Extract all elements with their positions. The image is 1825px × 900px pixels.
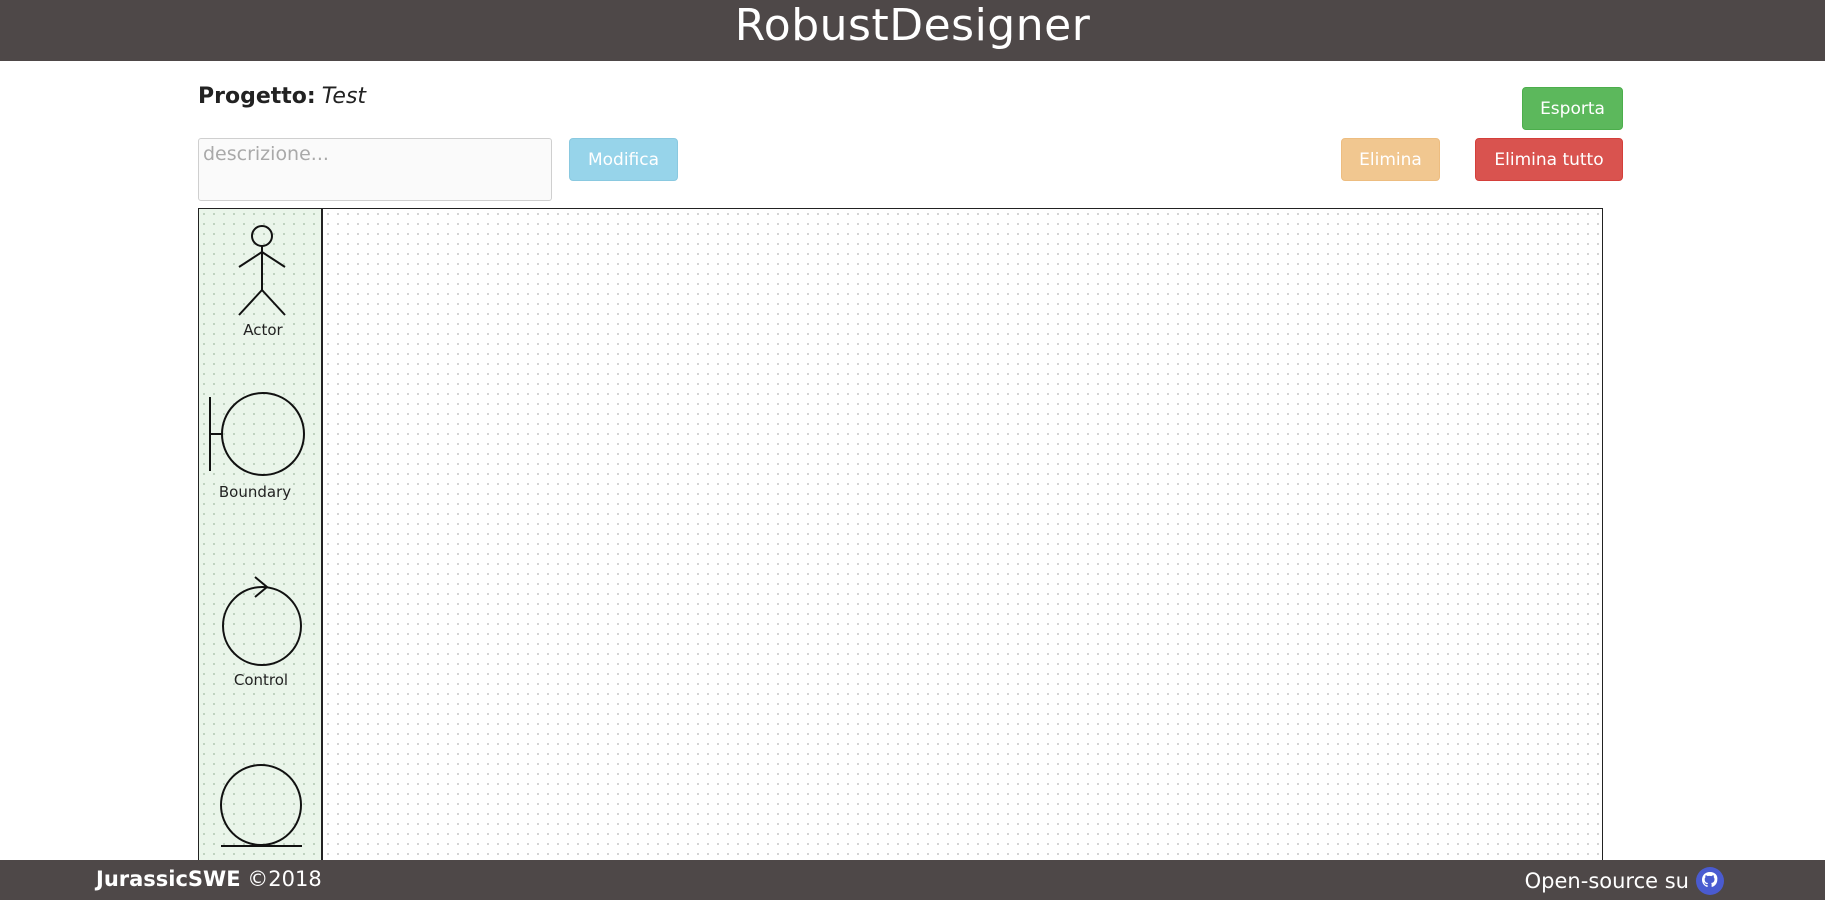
footer-brand: JurassicSWE xyxy=(96,867,241,891)
palette-label-control: Control xyxy=(233,671,289,689)
palette-item-entity[interactable] xyxy=(199,763,323,860)
control-icon xyxy=(222,576,302,666)
esporta-button[interactable]: Esporta xyxy=(1522,87,1623,130)
header-bar: RobustDesigner xyxy=(0,0,1825,61)
palette-item-boundary[interactable]: Boundary xyxy=(199,385,323,511)
project-label: Progetto: xyxy=(198,84,316,109)
app-title: RobustDesigner xyxy=(734,0,1091,51)
diagram-canvas[interactable] xyxy=(323,209,1602,860)
palette-label-boundary: Boundary xyxy=(218,483,292,501)
footer-open-source[interactable]: Open-source su xyxy=(1525,866,1725,896)
diagram-workspace: Actor Boundary Control xyxy=(198,208,1603,860)
palette-item-control[interactable]: Control xyxy=(199,575,323,693)
footer-open-source-label: Open-source su xyxy=(1524,869,1689,893)
description-input[interactable] xyxy=(198,138,552,201)
app: RobustDesigner Progetto:Test Modifica Es… xyxy=(0,0,1825,900)
modifica-button[interactable]: Modifica xyxy=(569,138,678,181)
footer-copyright: ©2018 xyxy=(247,867,322,891)
github-icon[interactable] xyxy=(1695,866,1725,896)
footer-credit: JurassicSWE ©2018 xyxy=(96,867,322,891)
palette-item-actor[interactable]: Actor xyxy=(199,225,323,343)
entity-icon xyxy=(220,764,302,847)
project-name: Test xyxy=(321,84,367,109)
elimina-tutto-button[interactable]: Elimina tutto xyxy=(1475,138,1623,181)
palette-label-actor: Actor xyxy=(243,321,283,339)
element-palette: Actor Boundary Control xyxy=(199,209,323,860)
project-info: Progetto: Test xyxy=(198,84,366,109)
actor-icon xyxy=(238,225,286,316)
footer-bar: JurassicSWE ©2018 Open-source su xyxy=(0,860,1825,900)
elimina-button[interactable]: Elimina xyxy=(1341,138,1440,181)
boundary-icon xyxy=(209,392,305,476)
